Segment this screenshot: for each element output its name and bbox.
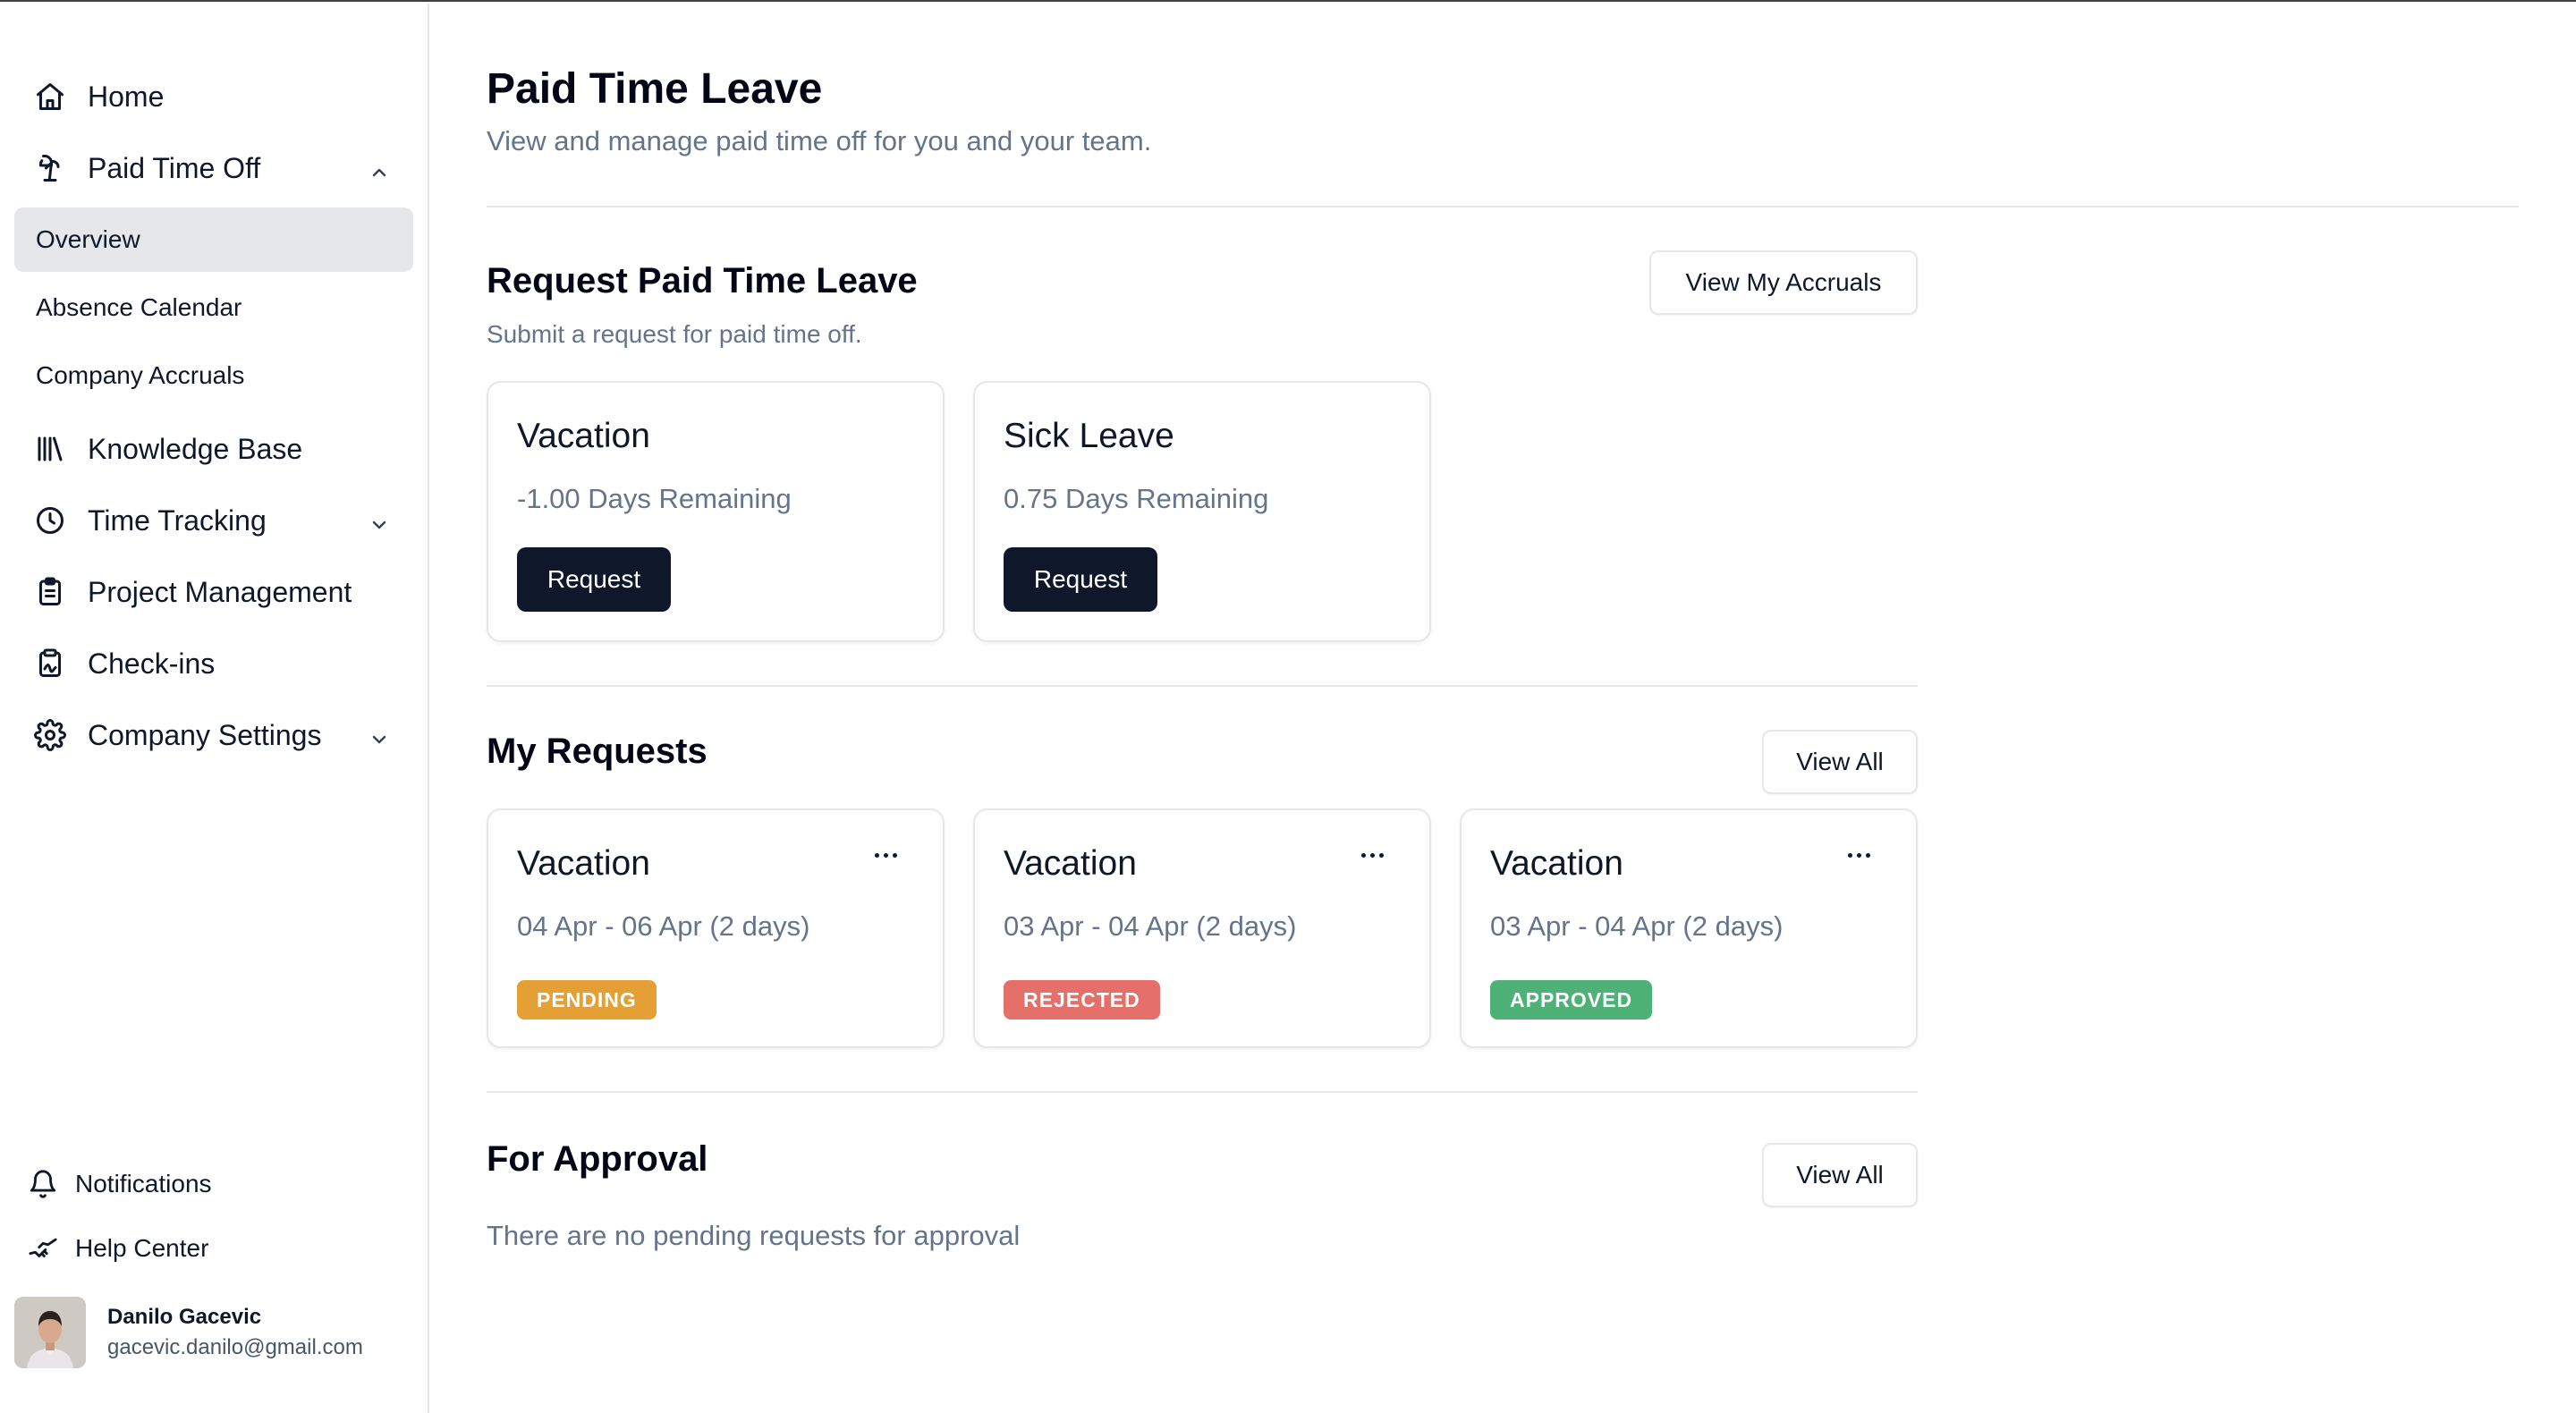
days-remaining: -1.00 Days Remaining [517, 483, 792, 514]
sidebar-item-notifications[interactable]: Notifications [27, 1159, 212, 1209]
bell-icon [27, 1168, 59, 1200]
sidebar-subitem-overview[interactable]: Overview [14, 207, 413, 272]
leave-balance-card-vacation: Vacation -1.00 Days Remaining Request [487, 381, 945, 642]
sidebar-item-help-center[interactable]: Help Center [27, 1223, 208, 1273]
card-title: Vacation [517, 844, 650, 883]
page-title: Paid Time Leave [487, 65, 823, 113]
home-icon [34, 80, 66, 113]
sidebar-item-label: Check-ins [88, 647, 216, 680]
view-all-requests-button[interactable]: View All [1762, 730, 1918, 794]
divider [487, 206, 2519, 207]
sidebar-item-project-management[interactable]: Project Management [14, 563, 413, 621]
request-dates: 04 Apr - 06 Apr (2 days) [517, 910, 810, 942]
user-profile[interactable]: Danilo Gacevic gacevic.danilo@gmail.com [14, 1295, 363, 1370]
sidebar-item-check-ins[interactable]: Check-ins [14, 635, 413, 692]
gear-icon [34, 719, 66, 751]
sidebar-item-label: Paid Time Off [88, 151, 261, 184]
sidebar-item-time-tracking[interactable]: Time Tracking [14, 492, 413, 549]
empty-state-text: There are no pending requests for approv… [487, 1220, 1021, 1251]
sidebar-item-company-settings[interactable]: Company Settings [14, 706, 413, 764]
sidebar-item-label: Project Management [88, 575, 352, 608]
user-name: Danilo Gacevic [107, 1305, 262, 1329]
request-vacation-button[interactable]: Request [517, 547, 671, 612]
sidebar-subitem-label: Company Accruals [36, 361, 245, 389]
sidebar: Home Paid Time Off Overview Absence Cale… [0, 4, 429, 1413]
sidebar-item-label: Help Center [75, 1234, 209, 1262]
status-badge: PENDING [517, 980, 657, 1020]
chevron-down-icon [369, 724, 390, 746]
sidebar-subitem-company-accruals[interactable]: Company Accruals [14, 343, 413, 408]
status-badge: REJECTED [1004, 980, 1160, 1020]
sidebar-item-label: Knowledge Base [88, 432, 303, 465]
card-title: Vacation [1490, 844, 1623, 883]
sidebar-item-paid-time-off[interactable]: Paid Time Off [14, 140, 413, 197]
more-options-icon[interactable] [1841, 844, 1877, 866]
more-options-icon[interactable] [868, 844, 903, 866]
handshake-icon [27, 1232, 59, 1265]
card-title: Sick Leave [1004, 417, 1174, 455]
status-badge: APPROVED [1490, 980, 1653, 1020]
sidebar-item-label: Time Tracking [88, 503, 267, 537]
leave-balance-card-sick-leave: Sick Leave 0.75 Days Remaining Request [973, 381, 1431, 642]
clipboard-icon [34, 576, 66, 608]
my-requests-title: My Requests [487, 732, 708, 771]
sidebar-subitem-label: Overview [36, 225, 140, 253]
user-email: gacevic.danilo@gmail.com [107, 1335, 363, 1359]
request-dates: 03 Apr - 04 Apr (2 days) [1004, 910, 1297, 942]
request-sick-leave-button[interactable]: Request [1004, 547, 1157, 612]
palm-tree-icon [34, 152, 66, 184]
request-card: Vacation 03 Apr - 04 Apr (2 days) REJECT… [973, 808, 1431, 1048]
more-options-icon[interactable] [1354, 844, 1390, 866]
divider [487, 1091, 1918, 1093]
for-approval-title: For Approval [487, 1139, 708, 1179]
view-my-accruals-button[interactable]: View My Accruals [1649, 250, 1918, 315]
clock-icon [34, 504, 66, 537]
avatar [14, 1297, 86, 1368]
sidebar-item-label: Home [88, 80, 165, 113]
chevron-down-icon [369, 510, 390, 531]
sidebar-item-label: Notifications [75, 1170, 212, 1197]
request-section-title: Request Paid Time Leave [487, 261, 918, 300]
clipboard-signature-icon [34, 647, 66, 680]
app-window: Home Paid Time Off Overview Absence Cale… [0, 0, 2576, 1413]
view-all-approvals-button[interactable]: View All [1762, 1143, 1918, 1207]
card-title: Vacation [517, 417, 650, 455]
divider [487, 685, 1918, 687]
request-card: Vacation 04 Apr - 06 Apr (2 days) PENDIN… [487, 808, 945, 1048]
request-dates: 03 Apr - 04 Apr (2 days) [1490, 910, 1784, 942]
sidebar-item-home[interactable]: Home [14, 68, 413, 125]
sidebar-subitem-absence-calendar[interactable]: Absence Calendar [14, 275, 413, 340]
sidebar-subitem-label: Absence Calendar [36, 293, 242, 321]
sidebar-item-knowledge-base[interactable]: Knowledge Base [14, 420, 413, 478]
card-title: Vacation [1004, 844, 1137, 883]
sidebar-item-label: Company Settings [88, 718, 322, 751]
request-card: Vacation 03 Apr - 04 Apr (2 days) APPROV… [1460, 808, 1918, 1048]
days-remaining: 0.75 Days Remaining [1004, 483, 1269, 514]
request-section-subtitle: Submit a request for paid time off. [487, 320, 862, 348]
chevron-up-icon [369, 157, 390, 179]
library-icon [34, 433, 66, 465]
page-subtitle: View and manage paid time off for you an… [487, 125, 1152, 157]
